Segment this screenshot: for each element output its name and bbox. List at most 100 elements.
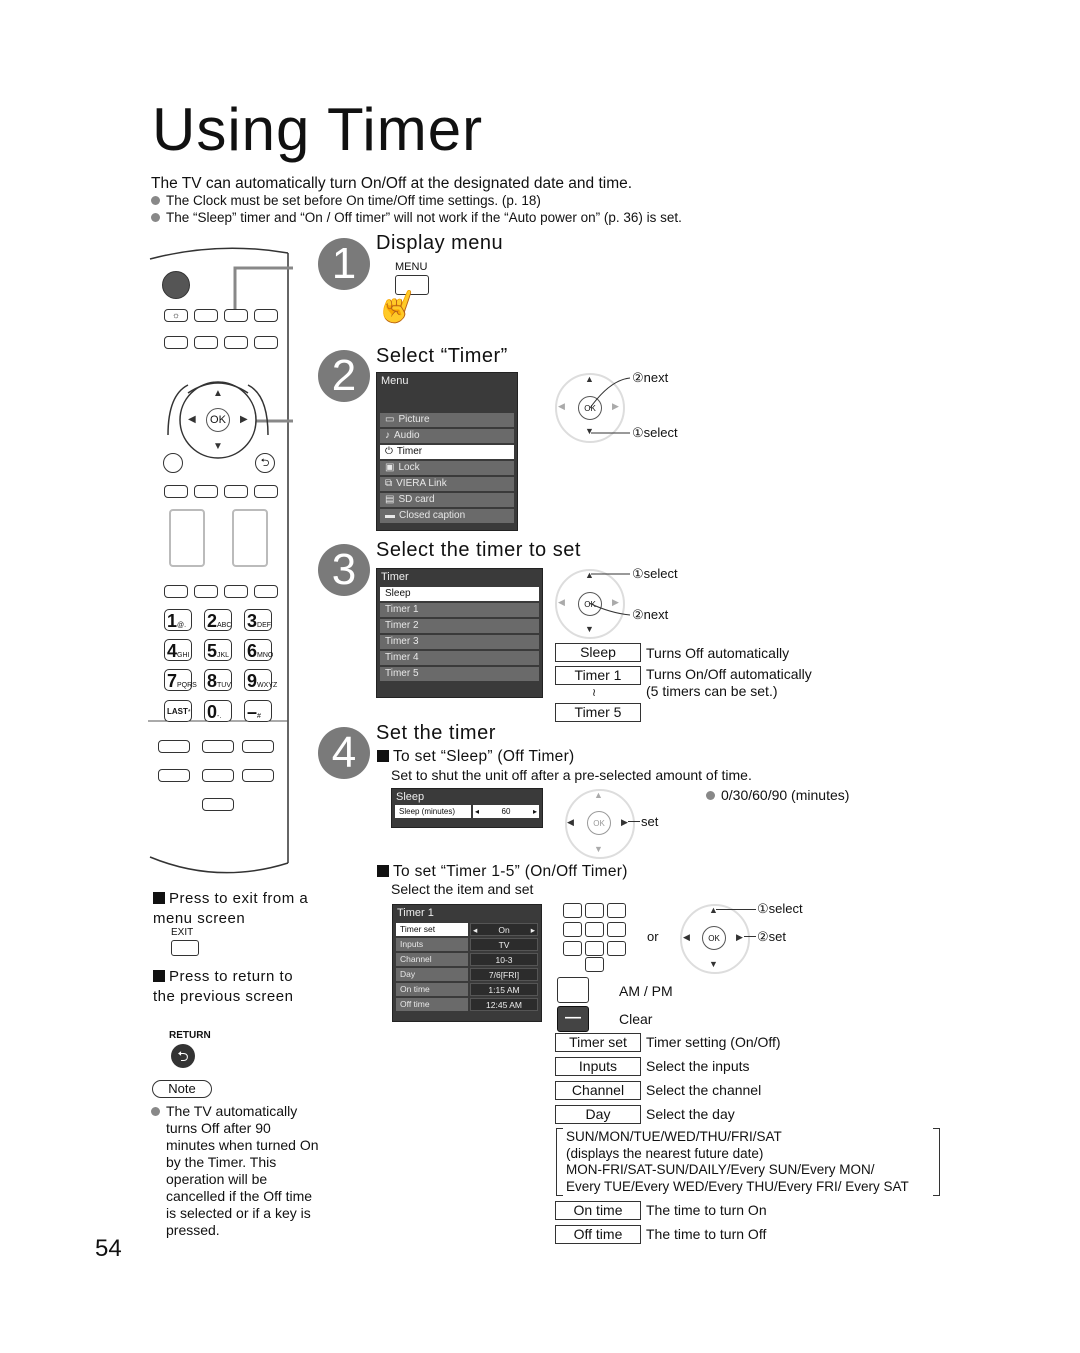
setting-value[interactable]: 10-3 [470,953,538,966]
number-key[interactable]: 0-. [204,700,232,722]
legend-desc: Select the inputs [646,1058,750,1074]
menu-button[interactable] [224,309,248,322]
number-key-icon [563,922,582,937]
range-symbol: ≀ [592,687,597,699]
timer-setting-row[interactable]: Day 7/6[FRI] [396,968,538,981]
ok-button[interactable]: OK [206,408,230,432]
timer-list-item[interactable]: Sleep [380,587,539,601]
right-arrow-icon[interactable]: ▶ [240,414,248,425]
remote-button[interactable] [254,585,278,598]
down-arrow-icon[interactable]: ▼ [213,441,223,452]
return-note: Press to return to the previous screen [153,968,294,1005]
menu-item-viera-link[interactable]: ⧉ VIERA Link [380,477,514,491]
legend-desc: The time to turn Off [646,1226,767,1242]
number-key[interactable]: 4GHI [164,639,192,661]
up-arrow-icon[interactable]: ▲ [213,388,223,399]
number-key[interactable]: 5JKL [204,639,232,661]
remote-button[interactable] [202,769,234,782]
remote-button[interactable] [194,485,218,498]
key-letters: # [257,713,261,720]
number-key[interactable]: LAST* [164,700,192,722]
ok-icon: OK [702,926,726,950]
menu-item-timer[interactable]: ⏻ Timer [380,445,514,459]
timer-subheading: To set “Timer 1-5” (On/Off Timer) [377,863,628,881]
number-key[interactable]: 3DEF [244,609,272,631]
right-arrow-icon: ▶ [736,932,743,942]
number-key[interactable]: 6MNO [244,639,273,661]
ampm-label: AM / PM [619,983,673,999]
menu-item-audio[interactable]: ♪ Audio [380,429,514,443]
timer-list-item[interactable]: Timer 4 [380,651,539,665]
remote-button[interactable] [254,309,278,322]
step-number: 4 [318,727,370,779]
setting-value[interactable]: TV [470,938,538,951]
setting-value[interactable]: 1:15 AM [470,983,538,996]
note-bullet: The “Sleep” timer and “On / Off timer” w… [151,210,682,225]
remote-button[interactable] [224,485,248,498]
number-key[interactable]: –# [244,700,272,722]
bullet-icon [151,213,160,222]
square-bullet-icon [153,970,165,982]
remote-button[interactable] [158,740,190,753]
setting-value[interactable]: ◂ On ▸ [470,923,538,936]
remote-button[interactable] [224,336,248,349]
nav-select-label: ①select [632,425,678,440]
note-text: The TV automatically turns Off after 90 … [151,1103,323,1239]
remote-button[interactable] [164,585,188,598]
remote-button[interactable] [254,336,278,349]
remote-button[interactable] [224,585,248,598]
sleep-osd: Sleep Sleep (minutes) ◂ 60 ▸ [391,788,543,828]
timer-setting-row[interactable]: On time 1:15 AM [396,983,538,996]
timer-list-item[interactable]: Timer 2 [380,619,539,633]
key-digit: 0 [207,702,218,722]
remote-button[interactable] [194,309,218,322]
left-arrow-icon[interactable]: ◀ [188,414,196,425]
number-key[interactable]: 2ABC [204,609,232,631]
remote-button[interactable] [194,585,218,598]
legend-desc: Turns Off automatically [646,645,790,661]
remote-button[interactable] [242,769,274,782]
nav-set-label: set [641,814,659,829]
step-number: 3 [318,544,370,596]
menu-item-label: Closed caption [399,510,466,521]
number-key-icon [563,903,582,918]
key-digit: LAST [167,707,188,716]
number-key[interactable]: 1@. [164,609,192,631]
remote-button[interactable] [158,769,190,782]
remote-button[interactable] [194,336,218,349]
exit-button[interactable] [202,798,234,811]
key-letters: ABC [217,622,232,629]
menu-item-picture[interactable]: ▭ Picture [380,413,514,427]
menu-item-lock[interactable]: ▣ Lock [380,461,514,475]
timer-setting-row[interactable]: Off time 12:45 AM [396,998,538,1011]
timer-list-item[interactable]: Timer 3 [380,635,539,649]
brightness-button[interactable]: ☼ [164,309,188,322]
remote-button[interactable] [254,485,278,498]
timer-setting-row[interactable]: Channel 10-3 [396,953,538,966]
timer-list-item[interactable]: Timer 5 [380,667,539,681]
number-key[interactable]: 9WXYZ [244,669,277,691]
setting-value[interactable]: 7/6[FRI] [470,968,538,981]
menu-item-sd-card[interactable]: ▤ SD card [380,493,514,507]
menu-item-label: VIERA Link [396,478,447,489]
power-button[interactable] [162,271,190,299]
remote-button[interactable] [164,485,188,498]
timer-setting-row[interactable]: Inputs TV [396,938,538,951]
remote-button[interactable] [242,740,274,753]
return-button[interactable]: ⮌ [255,453,275,473]
legend-key: Timer set [555,1033,641,1052]
callout-line [628,821,640,822]
number-key[interactable]: 7PQRS [164,669,197,691]
menu-item-closed-caption[interactable]: ▬ Closed caption [380,509,514,523]
remote-button[interactable] [202,740,234,753]
key-digit: – [247,702,258,722]
number-key-icon [607,903,626,918]
timer-list-item[interactable]: Timer 1 [380,603,539,617]
sleep-subheading: To set “Sleep” (Off Timer) [377,748,575,766]
setting-value[interactable]: 12:45 AM [470,998,538,1011]
number-key[interactable]: 8TUV [204,669,232,691]
remote-button[interactable] [163,453,183,473]
timer-setting-row[interactable]: Timer set ◂ On ▸ [396,923,538,936]
remote-button[interactable] [164,336,188,349]
sleep-value-field[interactable]: ◂ 60 ▸ [471,805,539,818]
